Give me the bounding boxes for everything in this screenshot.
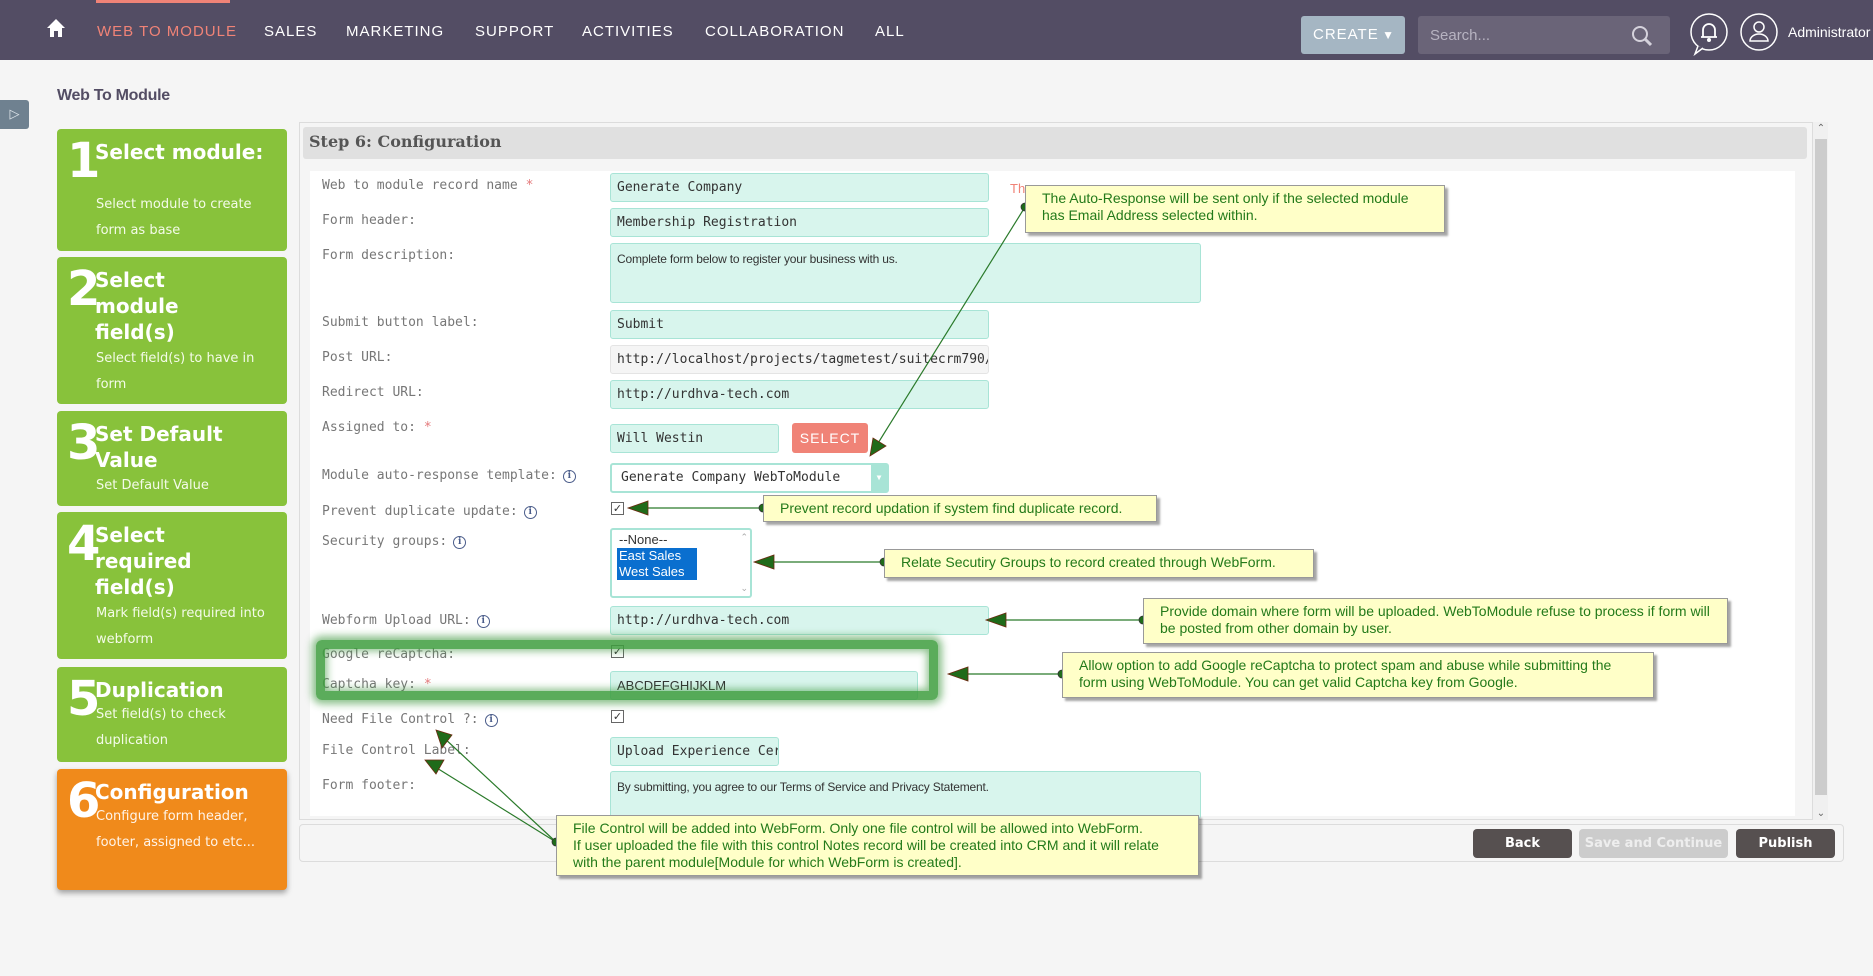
form-header-label: Form header: [322,213,416,228]
page-title: Web To Module [57,87,170,104]
form-description-textarea[interactable]: Complete form below to register your bus… [610,243,1201,303]
callout-file-control-line2: If user uploaded the file with this cont… [573,837,1159,870]
user-avatar-icon[interactable] [1739,12,1779,52]
save-and-continue-button: Save and Continue [1579,829,1728,858]
sidebar-toggle-button[interactable]: ▷ [0,100,29,129]
record-name-label: Web to module record name * [322,178,534,193]
security-groups-multiselect[interactable]: --None-- East Sales West Sales ⌃ ⌄ [610,528,752,598]
callout-upload-url: Provide domain where form will be upload… [1143,598,1728,644]
option-west-sales[interactable]: West Sales [617,564,697,580]
step-description: Mark field(s) required into webform [96,606,265,647]
option-none[interactable]: --None-- [617,532,697,548]
step-title: Set Default Value [95,422,223,472]
select-user-button[interactable]: SELECT [792,423,868,453]
auto-response-label: Module auto-response template: i [322,468,576,483]
callout-file-control-line1: File Control will be added into WebForm.… [573,820,1143,836]
step-title: Select required field(s) [95,523,192,599]
step-description: Select field(s) to have in form [96,351,255,392]
step-description: Set Default Value [96,478,209,493]
prevent-duplicate-label: Prevent duplicate update: i [322,504,537,519]
callout-file-control: File Control will be added into WebForm.… [556,815,1199,876]
list-scroll-up-icon[interactable]: ⌃ [740,532,748,543]
back-button[interactable]: Back [1473,829,1572,858]
security-groups-label: Security groups: i [322,534,467,549]
info-icon[interactable]: i [562,470,576,483]
step-title: Select module field(s) [95,268,179,344]
caret-down-icon: ▼ [1382,28,1395,42]
option-east-sales[interactable]: East Sales [617,548,697,564]
search-icon[interactable] [1630,24,1654,48]
step-6-configuration[interactable]: 6 Configuration Configure form header, f… [57,769,287,890]
step-title: Duplication [95,678,224,702]
assigned-to-label: Assigned to: * [322,420,432,435]
nav-collaboration[interactable]: COLLABORATION [705,23,844,40]
scrollbar-thumb[interactable] [1815,139,1827,795]
callout-security: Relate Secutiry Groups to record created… [884,549,1314,578]
assigned-to-input[interactable]: Will Westin [610,424,779,453]
step-heading: Step 6: Configuration [309,132,502,151]
create-button[interactable]: CREATE ▼ [1301,16,1405,54]
panel-header: Step 6: Configuration [303,127,1807,159]
home-icon[interactable] [44,16,68,40]
redirect-url-input[interactable]: http://urdhva-tech.com [610,380,989,409]
info-icon[interactable]: i [484,714,498,727]
file-control-label-label: File Control Label: [322,743,471,758]
form-header-input[interactable]: Membership Registration [610,208,989,237]
step-description: Set field(s) to check duplication [96,707,226,748]
info-icon[interactable]: i [453,536,467,549]
form-footer-textarea[interactable]: By submitting, you agree to our Terms of… [610,771,1201,819]
create-label: CREATE [1313,26,1379,43]
scroll-down-icon[interactable]: ⌄ [1813,808,1829,819]
info-icon[interactable]: i [476,615,490,628]
step-5-duplication[interactable]: 5 Duplication Set field(s) to check dupl… [57,667,287,762]
record-name-input[interactable]: Generate Company [610,173,989,202]
callout-auto-response: The Auto-Response will be sent only if t… [1025,185,1445,233]
prevent-duplicate-checkbox[interactable]: ✓ [611,502,624,515]
nav-web-to-module[interactable]: WEB TO MODULE [97,23,237,40]
user-name[interactable]: Administrator [1788,24,1870,40]
redirect-url-label: Redirect URL: [322,385,424,400]
info-icon[interactable]: i [523,506,537,519]
step-description: Select module to create form as base [96,197,252,238]
nav-activities[interactable]: ACTIVITIES [582,23,674,40]
nav-marketing[interactable]: MARKETING [346,23,444,40]
form-description-label: Form description: [322,248,456,263]
active-tab-indicator [96,0,230,3]
submit-label-label: Submit button label: [322,315,479,330]
notifications-bell-icon[interactable] [1689,12,1729,56]
post-url-label: Post URL: [322,350,393,365]
vertical-scrollbar[interactable]: ⌃ ⌄ [1812,122,1828,820]
publish-button[interactable]: Publish [1736,829,1835,858]
selected-template: Generate Company WebToModule [621,470,841,485]
callout-duplicate: Prevent record updation if system find d… [763,495,1157,522]
list-scroll-down-icon[interactable]: ⌄ [740,583,748,594]
required-marker: * [525,178,534,193]
file-control-label-input[interactable]: Upload Experience Certi [610,737,779,766]
nav-support[interactable]: SUPPORT [475,23,554,40]
auto-response-template-select[interactable]: Generate Company WebToModule ▼ [610,463,889,493]
nav-sales[interactable]: SALES [264,23,317,40]
step-3-set-default-value[interactable]: 3 Set Default Value Set Default Value [57,411,287,506]
scroll-up-icon[interactable]: ⌃ [1813,123,1829,134]
captcha-highlight [316,640,938,700]
step-2-select-fields[interactable]: 2 Select module field(s) Select field(s)… [57,257,287,404]
need-file-control-checkbox[interactable]: ✓ [611,710,624,723]
form-footer-label: Form footer: [322,778,416,793]
need-file-control-label: Need File Control ?: i [322,712,498,727]
submit-label-input[interactable]: Submit [610,310,989,339]
record-name-hint: Th [1010,181,1026,196]
post-url-input: http://localhost/projects/tagmetest/suit… [610,345,989,374]
step-1-select-module[interactable]: 1 Select module: Select module to create… [57,129,287,251]
upload-url-label: Webform Upload URL: i [322,613,490,628]
callout-captcha: Allow option to add Google reCaptcha to … [1062,652,1654,698]
step-title: Select module: [95,140,264,164]
nav-all[interactable]: ALL [875,23,905,40]
step-4-required-fields[interactable]: 4 Select required field(s) Mark field(s)… [57,512,287,659]
upload-url-input[interactable]: http://urdhva-tech.com [610,606,989,635]
step-title: Configuration [95,780,249,804]
required-marker: * [423,420,432,435]
step-description: Configure form header, footer, assigned … [96,809,256,850]
dropdown-arrow-icon: ▼ [871,465,887,491]
top-navbar: WEB TO MODULE SALES MARKETING SUPPORT AC… [0,0,1873,60]
